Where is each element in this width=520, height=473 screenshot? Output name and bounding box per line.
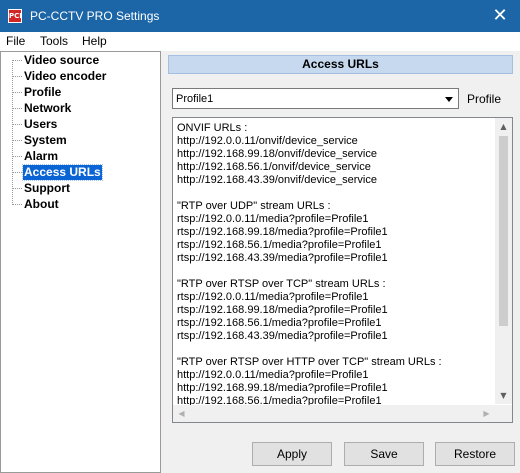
tree-branch — [12, 124, 22, 125]
profile-label: Profile — [467, 92, 502, 106]
tree-branch — [12, 108, 22, 109]
save-button[interactable]: Save — [344, 442, 424, 466]
tree-item-profile[interactable]: Profile — [23, 85, 62, 100]
tree-item-video-source[interactable]: Video source — [23, 53, 100, 68]
tree-item-alarm[interactable]: Alarm — [23, 149, 59, 164]
settings-tree: Video source Video encoder Profile Netwo… — [0, 51, 161, 473]
tree-item-system[interactable]: System — [23, 133, 68, 148]
menu-file[interactable]: File — [6, 34, 25, 48]
section-title: Access URLs — [168, 55, 513, 74]
window-title: PC-CCTV PRO Settings — [30, 9, 160, 23]
scroll-right-icon[interactable]: ▶ — [478, 405, 495, 422]
tree-branch — [12, 76, 22, 77]
tree-branch — [12, 92, 22, 93]
menu-bar: File Tools Help — [0, 32, 520, 51]
scroll-left-icon[interactable]: ◀ — [173, 405, 190, 422]
tree-branch — [12, 204, 22, 205]
tree-branch — [12, 156, 22, 157]
scroll-corner — [495, 405, 512, 422]
vertical-scroll-thumb[interactable] — [499, 136, 508, 326]
access-urls-textarea[interactable]: ONVIF URLs : http://192.0.0.11/onvif/dev… — [172, 117, 513, 423]
tree-branch — [12, 140, 22, 141]
tree-branch — [12, 60, 22, 61]
apply-button[interactable]: Apply — [252, 442, 332, 466]
menu-tools[interactable]: Tools — [40, 34, 68, 48]
tree-branch — [12, 188, 22, 189]
tree-item-about[interactable]: About — [23, 197, 60, 212]
tree-item-access-urls[interactable]: Access URLs — [22, 164, 103, 181]
scroll-up-icon[interactable]: ▲ — [495, 118, 512, 135]
tree-item-support[interactable]: Support — [23, 181, 71, 196]
scroll-down-icon[interactable]: ▼ — [495, 387, 512, 404]
tree-item-video-encoder[interactable]: Video encoder — [23, 69, 107, 84]
tree-item-users[interactable]: Users — [23, 117, 58, 132]
tree-item-network[interactable]: Network — [23, 101, 72, 116]
profile-dropdown[interactable]: Profile1 — [172, 88, 459, 109]
title-bar: PCI PC-CCTV PRO Settings ✕ — [0, 0, 520, 32]
restore-button[interactable]: Restore — [435, 442, 515, 466]
chevron-down-icon[interactable] — [441, 90, 457, 107]
horizontal-scrollbar[interactable]: ◀ ▶ — [173, 405, 495, 422]
tree-connector-line — [12, 60, 13, 205]
vertical-scrollbar[interactable]: ▲ ▼ — [495, 118, 512, 404]
tree-branch — [12, 172, 22, 173]
close-button[interactable]: ✕ — [480, 0, 520, 32]
menu-help[interactable]: Help — [82, 34, 107, 48]
app-icon: PCI — [8, 9, 22, 23]
access-urls-text[interactable]: ONVIF URLs : http://192.0.0.11/onvif/dev… — [177, 122, 495, 408]
profile-dropdown-value: Profile1 — [176, 93, 214, 105]
